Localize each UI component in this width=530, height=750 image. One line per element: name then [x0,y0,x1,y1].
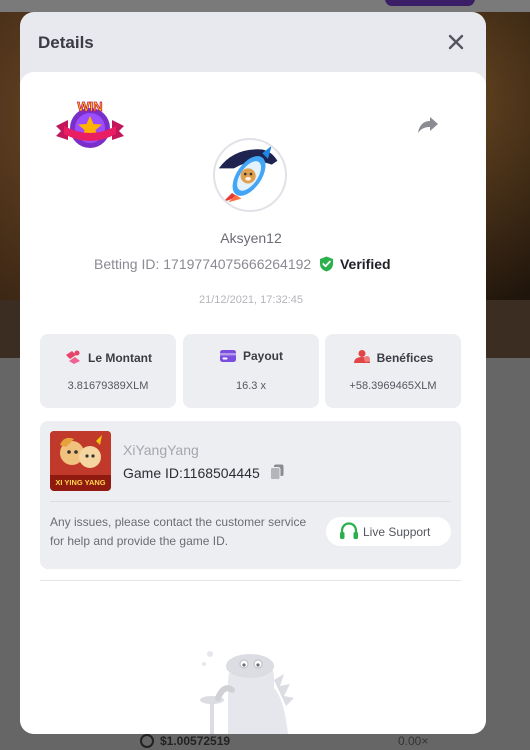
stat-payout: Payout 16.3 x [183,334,319,408]
live-support-button[interactable]: Live Support [326,517,451,546]
coins-icon [66,350,80,364]
background-header-button [385,0,475,6]
background-multiplier: 0.00× [398,734,429,748]
share-icon [418,117,438,133]
bet-details-card: WIN Aksyen12 Betting ID: 171977407566626… [20,72,486,734]
profit-icon [353,350,370,363]
game-id-value: 1168504445 [182,465,260,481]
section-divider [40,580,461,581]
bet-timestamp: 21/12/2021, 17:32:45 [199,294,303,306]
stat-profit: Benéfices +58.3969465XLM [325,334,461,408]
stat-amount: Le Montant 3.81679389XLM [40,334,176,408]
betting-id-label: Betting ID: [94,256,160,272]
verified-shield-icon [320,256,334,272]
win-badge-label: WIN [77,99,102,114]
stat-profit-value: +58.3969465XLM [349,380,437,392]
stat-amount-header: Le Montant [40,349,176,365]
verified-label: Verified [339,256,391,272]
card-icon [219,350,236,362]
live-support-label: Live Support [363,525,431,539]
game-thumbnail-image: XI YING YANG [50,431,111,491]
stat-payout-header: Payout [183,349,319,363]
coin-icon [140,734,154,748]
game-panel-divider [50,501,451,502]
stat-profit-header: Benéfices [325,349,461,365]
headset-icon [340,522,358,539]
modal-header: Details [20,12,486,72]
copy-icon[interactable] [269,464,284,480]
dinosaur-mascot-icon [200,651,294,734]
stat-payout-label: Payout [242,349,283,363]
game-id-row: Game ID:1168504445 [123,464,284,481]
stat-payout-value: 16.3 x [236,380,266,392]
game-thumbnail-caption: XI YING YANG [55,478,105,487]
game-info-panel: XI YING YANG XiYangYang Game ID:11685044… [40,421,461,569]
rocket-doge-avatar-icon [216,141,284,209]
stat-amount-value: 3.81679389XLM [67,380,149,392]
bet-details-modal: Details WIN Aksyen12 Betting ID: 1719774… [20,12,486,734]
stat-amount-label: Le Montant [88,351,152,365]
share-button[interactable] [416,112,440,136]
betting-id-value: 1719774075666264192 [163,256,312,272]
username: Aksyen12 [220,230,282,246]
avatar [213,138,287,212]
game-name: XiYangYang [123,442,199,458]
stat-profit-label: Benéfices [376,351,434,365]
close-button[interactable] [444,30,468,54]
modal-title: Details [38,33,94,52]
betting-id-row: Betting ID: 1719774075666264192 Verified [94,256,391,274]
background-balance: $1.00572519 [160,734,231,748]
game-id-label: Game ID: [123,465,183,481]
close-icon [448,34,464,50]
game-thumbnail[interactable]: XI YING YANG [50,431,111,491]
support-instructions: Any issues, please contact the customer … [50,515,307,548]
win-badge-icon: WIN [56,99,124,148]
